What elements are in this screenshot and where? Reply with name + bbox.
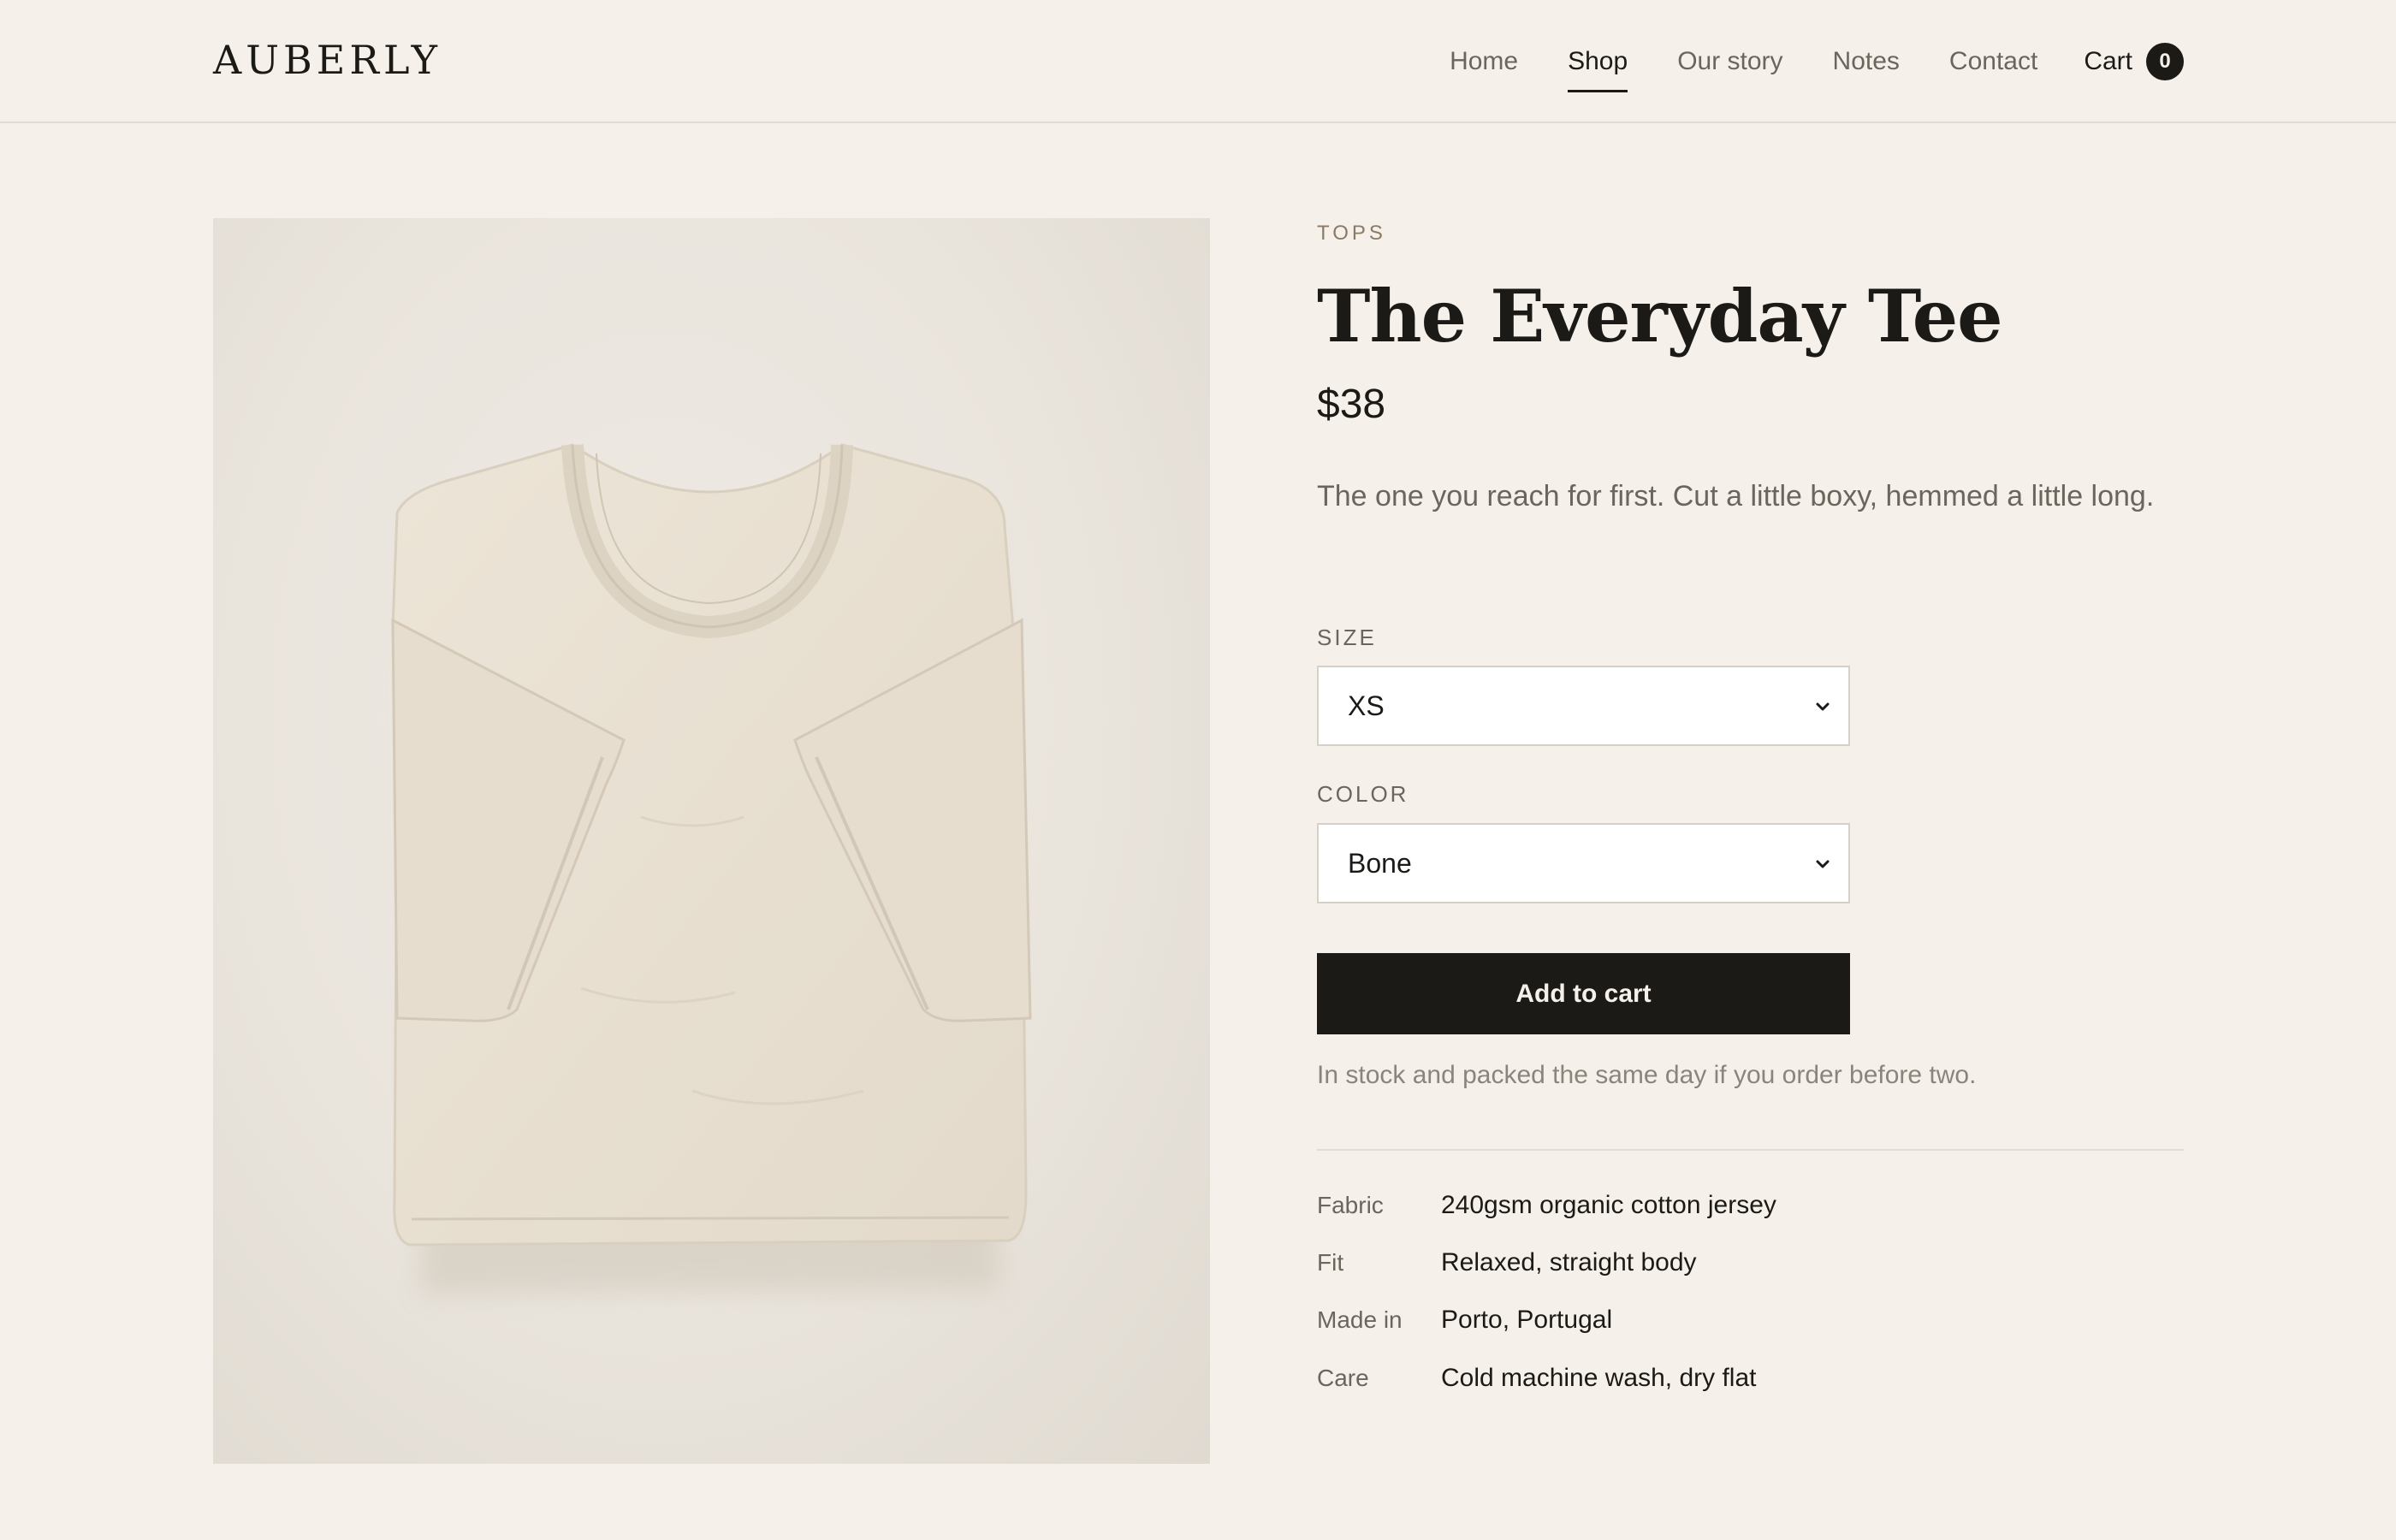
size-select-value: XS: [1348, 690, 1385, 721]
color-label: COLOR: [1317, 781, 1409, 807]
color-select[interactable]: Bone: [1317, 823, 1850, 903]
spec-row-made-in: Made in Porto, Portugal: [1317, 1306, 2184, 1335]
product-category[interactable]: TOPS: [1317, 222, 1386, 246]
nav-shop[interactable]: Shop: [1568, 36, 1628, 92]
chevron-down-icon: [1816, 702, 1830, 711]
stock-note: In stock and packed the same day if you …: [1317, 1061, 1977, 1089]
spec-value: 240gsm organic cotton jersey: [1441, 1191, 1776, 1219]
spec-label: Fabric: [1317, 1192, 1384, 1218]
spec-value: Relaxed, straight body: [1441, 1248, 1697, 1276]
cart-count-badge: 0: [2146, 43, 2184, 80]
divider: [1317, 1149, 2184, 1151]
product-description: The one you reach for first. Cut a littl…: [1317, 480, 2155, 512]
product-price: $38: [1317, 382, 1386, 427]
nav-our-story[interactable]: Our story: [1677, 36, 1782, 87]
tshirt-illustration: [391, 443, 1032, 1294]
spec-value: Cold machine wash, dry flat: [1441, 1364, 1757, 1392]
cart-label: Cart: [2084, 47, 2132, 75]
spec-label: Care: [1317, 1365, 1369, 1391]
nav-notes[interactable]: Notes: [1833, 36, 1900, 87]
spec-value: Porto, Portugal: [1441, 1306, 1613, 1334]
nav-contact[interactable]: Contact: [1949, 36, 2037, 87]
spec-row-fit: Fit Relaxed, straight body: [1317, 1248, 2184, 1277]
product-title: The Everyday Tee: [1317, 274, 2003, 358]
product-image: [213, 218, 1210, 1464]
spec-row-care: Care Cold machine wash, dry flat: [1317, 1364, 2184, 1393]
chevron-down-icon: [1816, 860, 1830, 868]
size-label: SIZE: [1317, 625, 1377, 650]
main-nav: Home Shop Our story Notes Contact Cart 0: [1400, 36, 2184, 92]
spec-label: Made in: [1317, 1306, 1403, 1333]
nav-home[interactable]: Home: [1450, 36, 1518, 87]
add-to-cart-button[interactable]: Add to cart: [1317, 953, 1850, 1034]
cart-button[interactable]: Cart 0: [2084, 43, 2184, 80]
brand-logo[interactable]: AUBERLY: [213, 34, 442, 86]
size-select[interactable]: XS: [1317, 666, 1850, 746]
spec-label: Fit: [1317, 1249, 1344, 1276]
color-select-value: Bone: [1348, 847, 1412, 879]
site-header: AUBERLY Home Shop Our story Notes Contac…: [0, 0, 2396, 123]
spec-row-fabric: Fabric 240gsm organic cotton jersey: [1317, 1191, 2184, 1220]
